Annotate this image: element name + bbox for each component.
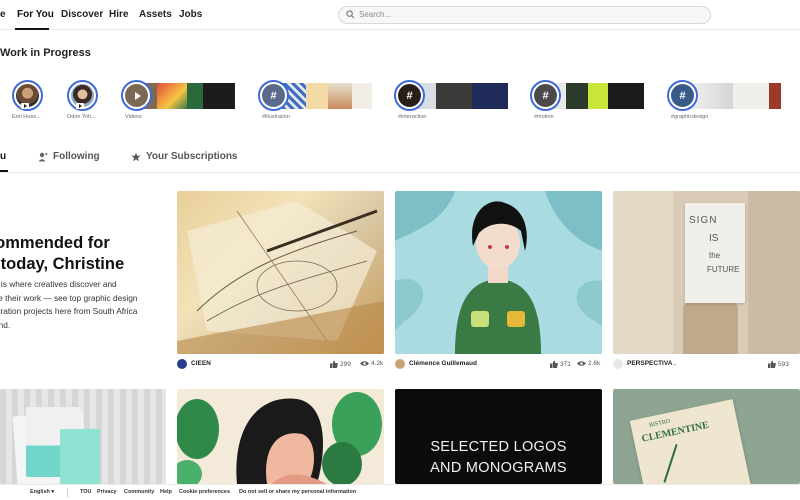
leaf-illustration: [177, 392, 382, 484]
likes-count: 299: [340, 360, 351, 368]
poster-text-3: the: [709, 251, 721, 260]
footer-link-community[interactable]: Community: [124, 489, 154, 495]
nav-jobs[interactable]: Jobs: [179, 9, 202, 20]
owner-name[interactable]: CIEEN: [191, 360, 211, 367]
owner-name[interactable]: Clémence Guillemaud: [409, 360, 477, 367]
story-label: Videos: [125, 114, 142, 120]
project-card-1[interactable]: [177, 191, 384, 354]
footer-link-tou[interactable]: TOU: [80, 489, 92, 495]
project-card-5[interactable]: [177, 389, 384, 484]
tab-following-label: Following: [53, 151, 100, 162]
likes-stat: 299: [330, 360, 351, 368]
tab-subscriptions-label: Your Subscriptions: [146, 151, 238, 162]
hash-icon: #: [534, 84, 557, 107]
hash-icon: #: [262, 84, 285, 107]
footer-link-cookies[interactable]: Cookie preferences: [179, 489, 230, 495]
nav-hire[interactable]: Hire: [109, 9, 128, 20]
play-icon: [76, 103, 84, 109]
poster-text-4: FUTURE: [707, 265, 740, 274]
poster: SIGN IS the FUTURE: [685, 203, 745, 303]
tab-following[interactable]: Following: [38, 151, 100, 162]
avatar[interactable]: [395, 359, 405, 369]
hero-desc-line-3: stration projects here from South Africa: [0, 306, 138, 316]
project-card-3-meta: PERSPECTIVA . 593: [613, 359, 800, 371]
hero-desc-line-1: e is where creatives discover and: [0, 279, 117, 289]
footer-link-help[interactable]: Help: [160, 489, 172, 495]
poster-text-2: IS: [709, 233, 719, 244]
logos-title-line-2: AND MONOGRAMS: [430, 460, 567, 476]
logo[interactable]: e: [0, 9, 6, 20]
thumbs-up-icon: [330, 360, 338, 368]
tag-avatar: #: [258, 80, 289, 111]
story-label: #illustration: [262, 114, 290, 120]
menu-card: BISTRO CLEMENTINE: [629, 399, 752, 484]
avatar[interactable]: [177, 359, 187, 369]
logos-title-line-1: SELECTED LOGOS: [430, 439, 567, 455]
footer: English ▾ TOU Privacy Community Help Coo…: [0, 484, 800, 500]
girl-illustration: [395, 191, 602, 354]
views-stat: 4.2k: [360, 360, 383, 367]
avatar[interactable]: [613, 359, 623, 369]
project-card-1-meta: CIEEN 299 4.2k: [177, 359, 384, 371]
nav-discover[interactable]: Discover: [61, 9, 103, 20]
footer-link-privacy[interactable]: Privacy: [97, 489, 117, 495]
hero-desc-line-4: ond.: [0, 319, 11, 330]
story-label: #graphicdesign: [671, 114, 709, 120]
footer-divider: [67, 488, 68, 497]
views-stat: 2.6k: [577, 360, 600, 367]
hero-title: commended for u today, Christine: [0, 233, 166, 275]
tag-avatar: #: [530, 80, 561, 111]
project-card-2-meta: Clémence Guillemaud 371 2.6k: [395, 359, 602, 371]
hash-icon: #: [671, 84, 694, 107]
hero-title-line-2: u today, Christine: [0, 255, 125, 273]
story-label: Erin Hues...: [12, 114, 41, 120]
nav-active-indicator: [15, 28, 49, 30]
likes-count: 593: [778, 360, 789, 368]
person-icon: [38, 152, 48, 161]
eye-icon: [577, 361, 586, 366]
project-card-7[interactable]: BISTRO CLEMENTINE: [613, 389, 800, 484]
project-card-4[interactable]: [0, 389, 166, 484]
likes-count: 371: [560, 360, 571, 368]
views-count: 4.2k: [371, 360, 384, 367]
tag-avatar: #: [394, 80, 425, 111]
hero-desc-line-2: se their work — see top graphic design: [0, 292, 138, 303]
footer-link-do-not-sell[interactable]: Do not sell or share my personal informa…: [239, 489, 356, 495]
eye-icon: [360, 361, 369, 366]
project-card-6[interactable]: SELECTED LOGOS AND MONOGRAMS: [395, 389, 602, 484]
hash-icon: #: [398, 84, 421, 107]
sketch-artwork: [177, 201, 384, 354]
hero-title-line-1: commended for: [0, 234, 110, 252]
thumbs-up-icon: [768, 360, 776, 368]
nav-assets[interactable]: Assets: [139, 9, 172, 20]
search-bar[interactable]: Search...: [338, 6, 711, 24]
video-avatar: [121, 80, 152, 111]
hero-description: e is where creatives discover and se the…: [0, 278, 169, 332]
views-count: 2.6k: [588, 360, 601, 367]
search-input[interactable]: Search...: [359, 10, 391, 19]
tab-for-you[interactable]: u: [0, 151, 6, 162]
play-icon: [21, 103, 29, 109]
likes-stat: 371: [550, 360, 571, 368]
project-card-2[interactable]: [395, 191, 602, 354]
story-label: Odon Yoh...: [67, 114, 96, 120]
project-card-3[interactable]: SIGN IS the FUTURE: [613, 191, 800, 354]
story-label: #interaction: [398, 114, 427, 120]
top-nav: e For You Discover Hire Assets Jobs Sear…: [0, 0, 800, 30]
thumbs-up-icon: [550, 360, 558, 368]
tabs-divider: [0, 172, 800, 173]
story-label: #motion: [534, 114, 554, 120]
star-icon: [131, 152, 141, 161]
search-icon: [346, 10, 355, 19]
likes-stat: 593: [768, 360, 789, 368]
owner-name[interactable]: PERSPECTIVA .: [627, 360, 676, 367]
wip-title: Work in Progress: [0, 47, 91, 59]
nav-for-you[interactable]: For You: [17, 9, 54, 20]
tag-avatar: #: [667, 80, 698, 111]
tab-subscriptions[interactable]: Your Subscriptions: [131, 151, 238, 162]
language-selector[interactable]: English ▾: [30, 489, 54, 495]
play-icon: [134, 91, 141, 100]
poster-text-1: SIGN: [689, 215, 718, 226]
